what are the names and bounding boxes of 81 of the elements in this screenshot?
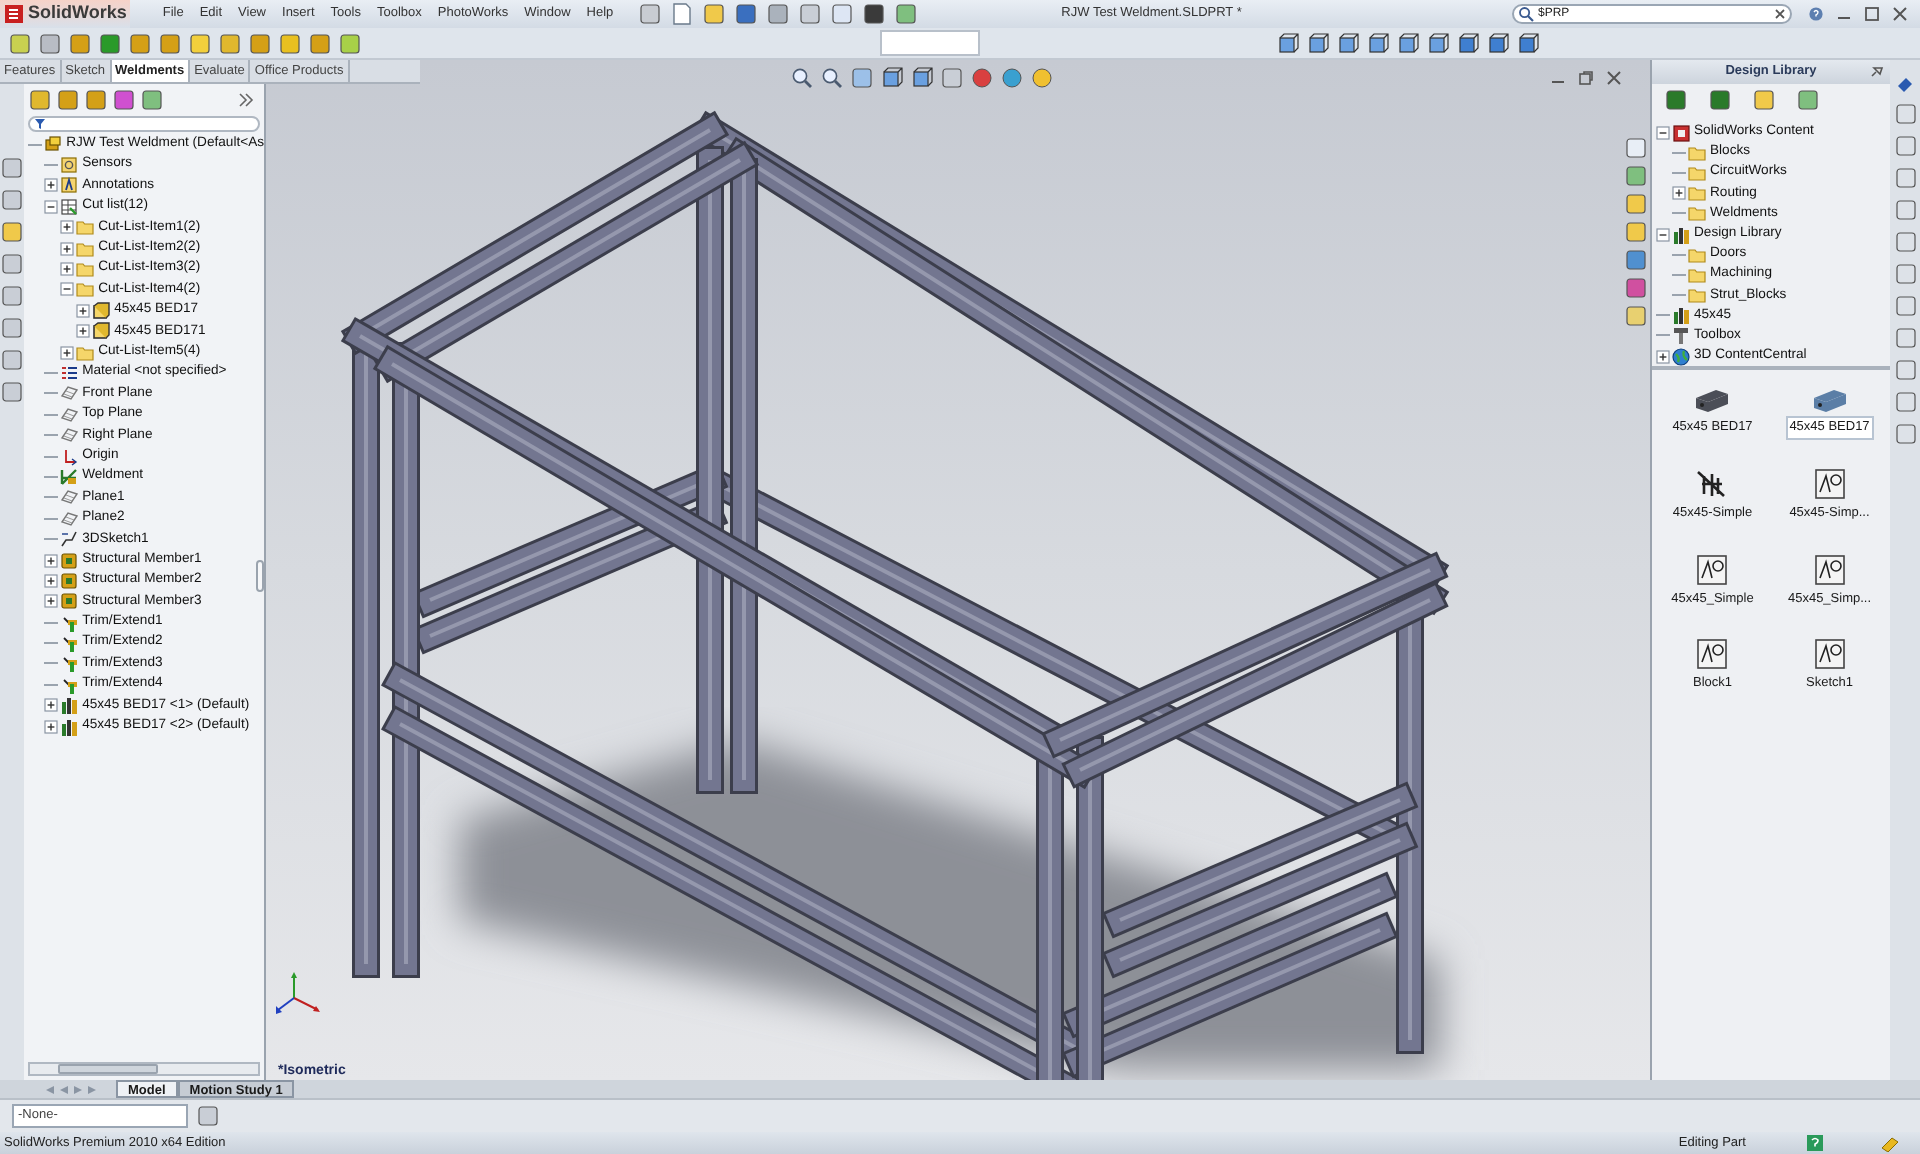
close-icon[interactable]: [1606, 70, 1622, 86]
expand-toggle[interactable]: [1656, 349, 1670, 364]
folder-icon: [76, 343, 95, 362]
view-cube-icon[interactable]: [1396, 31, 1420, 55]
input-field[interactable]: [880, 30, 980, 56]
trim-icon: [60, 634, 79, 653]
plane-icon: [60, 405, 79, 424]
plane-icon: [60, 509, 79, 528]
expand-toggle[interactable]: [76, 324, 91, 339]
zoom-area-icon[interactable]: [820, 66, 844, 90]
globe-icon: [1672, 347, 1690, 366]
origin-icon: [60, 447, 79, 466]
expand-toggle[interactable]: [44, 178, 59, 193]
collapse-toggle[interactable]: [60, 282, 75, 297]
plane-icon: [60, 384, 79, 403]
expand-toggle[interactable]: [60, 345, 75, 360]
block-icon[interactable]: [1813, 467, 1846, 500]
logo-icon: [4, 4, 24, 24]
block-icon[interactable]: [1813, 638, 1846, 671]
view-cube-icon[interactable]: [1486, 31, 1510, 55]
plane-icon: [60, 426, 79, 445]
expand-panel-icon[interactable]: [238, 92, 254, 108]
expand-toggle[interactable]: [60, 262, 75, 277]
trim-icon: [60, 675, 79, 694]
app-logo: SolidWorks: [28, 0, 127, 27]
scroll-thumb[interactable]: [58, 1064, 159, 1074]
view-cube-icon[interactable]: [1306, 31, 1330, 55]
expand-toggle[interactable]: [76, 303, 91, 318]
close-icon[interactable]: [1892, 6, 1908, 22]
expand-toggle[interactable]: [60, 220, 75, 235]
block-icon[interactable]: [1813, 553, 1846, 585]
view-orientation-icon[interactable]: [880, 66, 904, 90]
clear-icon[interactable]: [1774, 8, 1786, 20]
sensor-icon: [60, 156, 79, 175]
block-icon[interactable]: [1696, 638, 1729, 671]
view-cube-icon[interactable]: [1426, 31, 1450, 55]
cut-list-icon: [60, 197, 79, 216]
sketch-icon: [60, 530, 79, 549]
part-icon: [44, 135, 63, 154]
material-icon: [60, 363, 79, 382]
profile-block-icon[interactable]: [1692, 386, 1733, 414]
view-cube-icon[interactable]: [1366, 31, 1390, 55]
annotation-icon: [60, 176, 79, 195]
trim-icon: [60, 654, 79, 673]
expand-toggle[interactable]: [44, 573, 59, 588]
collapse-toggle[interactable]: [1656, 227, 1670, 242]
expand-toggle[interactable]: [1672, 186, 1686, 201]
weldment-icon: [60, 467, 79, 486]
library-box-icon: [1672, 123, 1690, 142]
toolbox-icon: [1672, 326, 1690, 345]
trim-icon: [60, 613, 79, 632]
filter-field[interactable]: [28, 116, 260, 132]
view-cube-icon[interactable]: [1336, 31, 1360, 55]
zoom-icon[interactable]: [790, 66, 814, 90]
view-cube-icon[interactable]: [1456, 31, 1480, 55]
view-cube-icon[interactable]: [1516, 31, 1540, 55]
block-icon[interactable]: [1696, 553, 1729, 585]
display-style-icon[interactable]: [910, 66, 934, 90]
collapse-toggle[interactable]: [44, 199, 59, 214]
profile-block-icon[interactable]: [1809, 386, 1850, 414]
axis-triad-icon: [274, 970, 322, 1018]
weldment-frame-drawing[interactable]: [346, 116, 1444, 1080]
horizontal-scrollbar[interactable]: [28, 1062, 260, 1076]
expand-toggle[interactable]: [44, 594, 59, 609]
help-icon[interactable]: [1808, 6, 1824, 22]
expand-toggle[interactable]: [44, 698, 59, 713]
expand-toggle[interactable]: [44, 719, 59, 734]
maximize-icon[interactable]: [1864, 6, 1880, 22]
expand-toggle[interactable]: [44, 553, 59, 567]
collapse-toggle[interactable]: [1656, 125, 1670, 140]
view-cube-icon[interactable]: [1276, 31, 1300, 55]
cube-icon: [92, 322, 111, 341]
cube-icon: [92, 301, 111, 320]
restore-icon[interactable]: [1578, 70, 1594, 86]
search-icon[interactable]: [1518, 6, 1534, 22]
panel-splitter-handle[interactable]: [256, 560, 264, 592]
filter-icon: [34, 118, 47, 130]
eraser-icon[interactable]: [1896, 76, 1914, 94]
plane-icon: [60, 488, 79, 507]
expand-toggle[interactable]: [60, 241, 75, 256]
help-icon[interactable]: [1806, 1134, 1824, 1152]
